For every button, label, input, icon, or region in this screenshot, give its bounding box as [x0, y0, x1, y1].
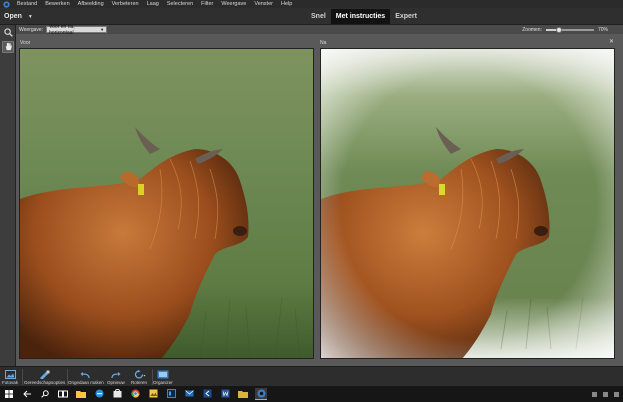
start-button[interactable]	[3, 388, 15, 400]
photoshop-icon	[166, 385, 176, 402]
windows-taskbar	[0, 386, 623, 402]
mode-bar: Open ▼ Snel Met instructies Expert	[0, 8, 623, 25]
taskbar-app-edge[interactable]	[93, 388, 105, 400]
close-icon[interactable]: ✕	[609, 38, 614, 45]
windows-icon	[5, 385, 13, 402]
divider	[22, 369, 23, 385]
arrow-left-icon	[22, 385, 32, 402]
photos-icon	[149, 385, 158, 402]
mode-tabs: Snel Met instructies Expert	[306, 9, 422, 24]
store-icon	[113, 385, 122, 402]
after-pane-label: Na	[320, 40, 327, 46]
tab-expert[interactable]: Expert	[390, 9, 422, 24]
menu-verbeteren[interactable]: Verbeteren	[108, 0, 143, 8]
chrome-icon	[130, 385, 140, 402]
taskbar-app-vscode[interactable]	[201, 388, 213, 400]
explorer-icon	[76, 385, 86, 402]
undo-button[interactable]: Ongedaan maken	[68, 369, 104, 385]
photoshop-elements-window: Bestand Bewerken Afbeelding Verbeteren L…	[0, 0, 623, 402]
tab-met-instructies[interactable]: Met instructies	[330, 9, 391, 24]
undo-icon	[80, 369, 91, 380]
menu-weergave[interactable]: Weergave	[217, 0, 250, 8]
open-button[interactable]: Open ▼	[4, 11, 33, 22]
chevron-down-icon: ▼	[100, 27, 105, 32]
hand-tool[interactable]	[2, 41, 14, 53]
chevron-down-icon: ▼	[27, 13, 33, 20]
menu-bar: Bestand Bewerken Afbeelding Verbeteren L…	[0, 0, 623, 8]
taskbar-app-elements[interactable]	[255, 388, 267, 400]
taskbar-app-word[interactable]	[219, 388, 231, 400]
open-label: Open	[4, 13, 22, 20]
mail-icon	[184, 385, 194, 402]
app-logo-icon	[2, 0, 10, 8]
edge-icon	[95, 385, 104, 402]
zoom-value: 70%	[597, 26, 608, 33]
taskbar-app-explorer[interactable]	[75, 388, 87, 400]
menu-selecteren[interactable]: Selecteren	[163, 0, 197, 8]
menu-laag[interactable]: Laag	[143, 0, 163, 8]
taskbar-app-photoshop[interactable]	[165, 388, 177, 400]
organizer-button[interactable]: Organizer	[153, 369, 173, 385]
view-label: Weergave:	[19, 26, 44, 33]
tool-options-button[interactable]: Gereedschapsopties	[24, 369, 65, 385]
rotate-button[interactable]: Roteren	[131, 369, 147, 385]
zoom-slider[interactable]	[545, 26, 594, 33]
task-view-icon	[58, 385, 68, 402]
tab-snel[interactable]: Snel	[306, 9, 331, 24]
toolbox	[0, 25, 16, 366]
taskbar-search[interactable]	[39, 388, 51, 400]
vscode-icon	[203, 385, 212, 402]
photo-bin-button[interactable]: Fotovak	[2, 369, 18, 385]
taskbar-app-mail[interactable]	[183, 388, 195, 400]
taskbar-app-folder[interactable]	[237, 388, 249, 400]
word-icon	[221, 385, 230, 402]
after-photo[interactable]	[320, 48, 615, 359]
photo-bin-icon	[4, 369, 16, 380]
menu-filter[interactable]: Filter	[197, 0, 217, 8]
bottom-panel: Fotovak Gereedschapsopties Ongedaan make…	[0, 366, 623, 386]
task-view-button[interactable]	[57, 388, 69, 400]
view-select[interactable]: Voor en na, horizontaal ▼	[46, 24, 108, 36]
organizer-icon	[157, 369, 169, 380]
menu-afbeelding[interactable]: Afbeelding	[74, 0, 108, 8]
menu-bewerken[interactable]: Bewerken	[41, 0, 73, 8]
hand-icon	[4, 38, 13, 56]
system-tray	[592, 388, 619, 400]
folder-icon	[238, 385, 248, 402]
taskbar-app-chrome[interactable]	[129, 388, 141, 400]
tool-options-icon	[39, 369, 50, 380]
before-photo[interactable]	[19, 48, 314, 359]
canvas-workspace: Voor Na ✕	[16, 34, 623, 366]
network-icon[interactable]	[603, 391, 608, 397]
redo-button[interactable]: Opnieuw	[107, 369, 125, 385]
zoom-label: Zoomen:	[522, 26, 542, 33]
menu-venster[interactable]: Venster	[250, 0, 277, 8]
redo-icon	[110, 369, 121, 380]
zoom-group: Zoomen: 70%	[522, 25, 608, 34]
search-icon	[41, 385, 49, 402]
elements-icon	[257, 385, 266, 402]
before-pane-label: Voor	[20, 40, 31, 46]
taskbar-app-store[interactable]	[111, 388, 123, 400]
taskbar-app-photos[interactable]	[147, 388, 159, 400]
back-arrow-button[interactable]	[21, 388, 33, 400]
rotate-icon	[132, 369, 146, 380]
options-bar: Weergave: Voor en na, horizontaal ▼ Zoom…	[16, 24, 623, 36]
tray-chevron-icon[interactable]	[592, 391, 597, 397]
menu-help[interactable]: Help	[277, 0, 296, 8]
volume-icon[interactable]	[614, 391, 619, 397]
menu-bestand[interactable]: Bestand	[13, 0, 41, 8]
zoom-slider-knob[interactable]	[556, 26, 563, 33]
